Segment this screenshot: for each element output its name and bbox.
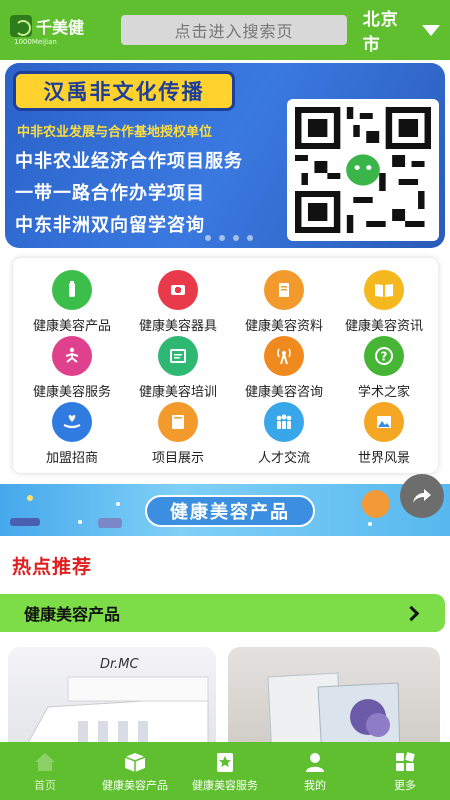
svg-text:?: ?	[381, 350, 388, 364]
category-health-beauty-news[interactable]: 健康美容资讯	[331, 270, 437, 334]
category-academic-home[interactable]: ? 学术之家	[331, 336, 437, 400]
category-bar[interactable]: 健康美容产品	[0, 594, 445, 632]
category-label: 健康美容咨询	[244, 385, 323, 400]
category-grid: 健康美容产品 健康美容器具 健康美容资料 健康美容资讯 健康美容服务 健康美容培…	[13, 258, 438, 473]
nav-label: 我的	[304, 778, 326, 792]
category-health-beauty-services[interactable]: 健康美容服务	[19, 336, 125, 400]
category-health-beauty-products[interactable]: 健康美容产品	[19, 270, 125, 334]
device-icon	[158, 270, 198, 310]
chevron-right-icon	[403, 605, 420, 621]
category-health-beauty-training[interactable]: 健康美容培训	[125, 336, 231, 400]
category-talent-exchange[interactable]: 人才交流	[231, 402, 337, 466]
nav-label: 健康美容服务	[192, 778, 258, 792]
signal-icon	[264, 336, 304, 376]
hand-heart-icon	[52, 402, 92, 442]
logo-name: 千美健	[36, 18, 85, 37]
top-header: 千美健 1000MeiJian 点击进入搜索页 北京市	[0, 0, 450, 60]
category-label: 健康美容服务	[32, 385, 111, 400]
category-label: 健康美容资讯	[344, 319, 423, 334]
display-icon	[158, 402, 198, 442]
star-tag-icon	[212, 750, 238, 774]
hot-recommend-title: 热点推荐	[12, 556, 93, 578]
logo-mark-icon	[10, 15, 32, 37]
grid-icon	[392, 750, 418, 774]
product-image-icon	[267, 672, 401, 757]
category-bar-label: 健康美容产品	[24, 605, 121, 624]
planet-icon	[362, 490, 390, 518]
banner-pagination[interactable]	[205, 235, 253, 241]
category-label: 学术之家	[357, 385, 410, 400]
pagination-dot[interactable]	[219, 235, 225, 241]
box-icon	[122, 750, 148, 774]
home-icon	[32, 750, 58, 774]
category-project-showcase[interactable]: 项目展示	[125, 402, 231, 466]
category-label: 人才交流	[257, 451, 310, 466]
city-name: 北京市	[362, 10, 399, 55]
category-label: 健康美容产品	[32, 319, 111, 334]
pagination-dot[interactable]	[233, 235, 239, 241]
question-icon: ?	[364, 336, 404, 376]
document-icon	[264, 270, 304, 310]
category-franchise[interactable]: 加盟招商	[19, 402, 125, 466]
pagination-dot[interactable]	[205, 235, 211, 241]
chevron-down-icon	[422, 24, 441, 36]
product-icon	[52, 270, 92, 310]
category-label: 健康美容器具	[138, 319, 217, 334]
nav-label: 更多	[394, 778, 416, 792]
share-icon	[413, 489, 431, 503]
banner-title: 汉禹非文化传播	[13, 71, 235, 111]
pagination-dot[interactable]	[247, 235, 253, 241]
product-banner-title: 健康美容产品	[145, 495, 315, 527]
category-label: 项目展示	[151, 451, 204, 466]
category-health-beauty-consulting[interactable]: 健康美容咨询	[231, 336, 337, 400]
yoga-icon	[52, 336, 92, 376]
nav-label: 健康美容产品	[102, 778, 168, 792]
category-health-beauty-devices[interactable]: 健康美容器具	[125, 270, 231, 334]
nav-health-beauty-services[interactable]: 健康美容服务	[180, 742, 270, 800]
product-card[interactable]	[228, 647, 440, 757]
product-category-banner[interactable]: 健康美容产品	[0, 484, 450, 536]
nav-more[interactable]: 更多	[360, 742, 450, 800]
book-icon	[364, 270, 404, 310]
qr-code-icon	[295, 107, 431, 233]
nav-home[interactable]: 首页	[0, 742, 90, 800]
banner-line: 一带一路合作办学项目	[15, 183, 205, 204]
bottom-nav: 首页 健康美容产品 健康美容服务 我的 更多	[0, 742, 450, 800]
product-card[interactable]: Dr.MC	[8, 647, 216, 757]
product-image-icon	[27, 676, 209, 757]
logo-subtitle: 1000MeiJian	[14, 38, 57, 46]
banner-line: 中非农业经济合作项目服务	[15, 151, 243, 172]
user-icon	[302, 750, 328, 774]
search-input[interactable]: 点击进入搜索页	[121, 15, 347, 45]
nav-label: 首页	[34, 778, 56, 792]
category-health-beauty-materials[interactable]: 健康美容资料	[231, 270, 337, 334]
city-selector[interactable]: 北京市	[362, 5, 441, 55]
training-icon	[158, 336, 198, 376]
category-label: 加盟招商	[45, 451, 98, 466]
page: 千美健 1000MeiJian 点击进入搜索页 北京市 汉禹非文化传播 中非农业…	[0, 0, 450, 800]
nav-health-beauty-products[interactable]: 健康美容产品	[90, 742, 180, 800]
category-label: 世界风景	[357, 451, 410, 466]
qr-code	[287, 99, 439, 241]
promo-banner[interactable]: 汉禹非文化传播 中非农业发展与合作基地授权单位 中非农业经济合作项目服务 一带一…	[5, 63, 445, 248]
banner-subtitle: 中非农业发展与合作基地授权单位	[17, 125, 213, 140]
banner-line: 中东非洲双向留学咨询	[15, 215, 205, 236]
nav-mine[interactable]: 我的	[270, 742, 360, 800]
category-world-scenery[interactable]: 世界风景	[331, 402, 437, 466]
category-label: 健康美容资料	[244, 319, 323, 334]
category-label: 健康美容培训	[138, 385, 217, 400]
landscape-icon	[364, 402, 404, 442]
people-icon	[264, 402, 304, 442]
app-logo[interactable]: 千美健 1000MeiJian	[10, 8, 99, 52]
share-button[interactable]	[400, 474, 444, 518]
